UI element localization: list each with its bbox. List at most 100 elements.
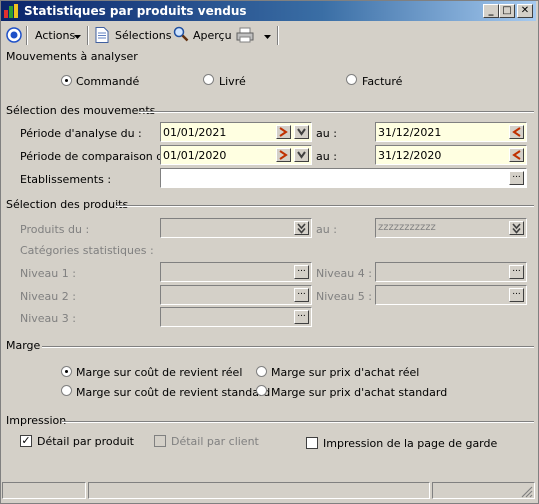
page-garde-label[interactable]: Impression de la page de garde <box>323 437 497 450</box>
au-label: au : <box>316 150 337 163</box>
chevron-left-icon <box>512 150 521 160</box>
radio-livre-label[interactable]: Livré <box>219 75 246 88</box>
periode-analyse-from-field[interactable]: 01/01/2021 <box>160 122 312 142</box>
window-title: Statistiques par produits vendus <box>24 4 247 18</box>
print-button[interactable] <box>234 25 272 45</box>
radio-marge-cout-reel[interactable] <box>61 366 72 377</box>
detail-produit-label[interactable]: Détail par produit <box>37 435 134 448</box>
section-divider <box>139 111 534 113</box>
ellipsis-button[interactable]: ... <box>509 171 524 185</box>
target-icon[interactable] <box>6 27 22 43</box>
calendar-next-button[interactable] <box>276 125 291 139</box>
periode-analyse-to-field[interactable]: 31/12/2021 <box>375 122 527 142</box>
radio-commande-label[interactable]: Commandé <box>76 75 139 88</box>
selections-button[interactable]: Sélections <box>93 25 171 45</box>
radio-marge-achat-reel-label[interactable]: Marge sur prix d'achat réel <box>271 366 419 379</box>
marge-section-title: Marge <box>6 339 41 352</box>
periode-comparaison-from-field[interactable]: 01/01/2020 <box>160 145 312 165</box>
dropdown-button[interactable] <box>294 148 309 162</box>
periode-comparaison-to-field[interactable]: 31/12/2020 <box>375 145 527 165</box>
radio-livre[interactable] <box>203 74 214 85</box>
toolbar-separator <box>87 26 89 45</box>
niveau1-field[interactable]: ... <box>160 262 312 282</box>
calendar-prev-button[interactable] <box>509 125 524 139</box>
document-icon <box>95 27 109 43</box>
maximize-button[interactable]: □ <box>499 4 515 18</box>
periode-analyse-label: Période d'analyse du : <box>20 127 142 140</box>
close-button[interactable]: ✕ <box>517 4 533 18</box>
ellipsis-button[interactable]: ... <box>294 310 309 324</box>
radio-marge-achat-standard[interactable] <box>256 385 267 396</box>
niveau4-label: Niveau 4 : <box>316 267 372 280</box>
periode-comparaison-from-value: 01/01/2020 <box>163 149 227 162</box>
categories-label: Catégories statistiques : <box>20 244 154 257</box>
chevron-right-icon <box>279 150 288 160</box>
actions-menu-button[interactable]: Actions <box>32 25 82 45</box>
niveau3-field[interactable]: ... <box>160 307 312 327</box>
niveau1-label: Niveau 1 : <box>20 267 76 280</box>
minimize-button[interactable]: _ <box>483 4 499 18</box>
chevron-down-icon <box>297 151 306 159</box>
calendar-prev-button[interactable] <box>509 148 524 162</box>
title-bar[interactable]: Statistiques par produits vendus _ □ ✕ <box>1 1 536 21</box>
dropdown-button[interactable] <box>294 125 309 139</box>
ellipsis-button[interactable]: ... <box>509 265 524 279</box>
niveau5-label: Niveau 5 : <box>316 290 372 303</box>
selection-produits-title: Sélection des produits <box>6 198 129 211</box>
printer-icon <box>236 27 254 43</box>
status-panel <box>2 482 86 499</box>
selection-mouvements-title: Sélection des mouvements <box>6 104 156 117</box>
double-chevron-down-button[interactable] <box>509 221 524 235</box>
selections-label: Sélections <box>115 29 172 42</box>
double-chevron-down-icon <box>512 223 521 234</box>
double-chevron-down-button[interactable] <box>294 221 309 235</box>
section-divider <box>62 421 534 423</box>
section-divider <box>116 205 534 207</box>
detail-produit-checkbox[interactable]: ✓ <box>20 435 32 447</box>
actions-label: Actions <box>35 29 76 42</box>
produits-du-label: Produits du : <box>20 223 90 236</box>
etablissements-label: Etablissements : <box>20 173 112 186</box>
periode-analyse-to-value: 31/12/2021 <box>378 126 442 139</box>
toolbar-separator <box>26 26 28 45</box>
magnifier-icon <box>173 26 189 42</box>
ellipsis-button[interactable]: ... <box>294 265 309 279</box>
radio-marge-cout-standard-label[interactable]: Marge sur coût de revient standard <box>76 386 270 399</box>
niveau3-label: Niveau 3 : <box>20 312 76 325</box>
chevron-down-icon <box>297 128 306 136</box>
produits-au-field[interactable]: zzzzzzzzzzz <box>375 218 527 238</box>
radio-marge-achat-reel[interactable] <box>256 366 267 377</box>
mouvements-section-title: Mouvements à analyser <box>6 50 138 63</box>
etablissements-field[interactable]: ... <box>160 168 527 188</box>
radio-marge-cout-reel-label[interactable]: Marge sur coût de revient réel <box>76 366 242 379</box>
detail-client-checkbox[interactable] <box>154 435 166 447</box>
radio-marge-achat-standard-label[interactable]: Marge sur prix d'achat standard <box>271 386 447 399</box>
dropdown-arrow-icon <box>264 35 271 39</box>
status-panel <box>88 482 430 499</box>
calendar-next-button[interactable] <box>276 148 291 162</box>
niveau4-field[interactable]: ... <box>375 262 527 282</box>
ellipsis-button[interactable]: ... <box>294 288 309 302</box>
radio-facture[interactable] <box>346 74 357 85</box>
impression-section-title: Impression <box>6 414 67 427</box>
detail-client-label[interactable]: Détail par client <box>171 435 259 448</box>
au-label: au : <box>316 127 337 140</box>
produits-au-value: zzzzzzzzzzz <box>378 222 436 233</box>
toolbar-separator <box>277 26 279 45</box>
resize-grip-icon[interactable] <box>521 486 533 498</box>
radio-marge-cout-standard[interactable] <box>61 385 72 396</box>
page-garde-checkbox[interactable] <box>306 437 318 449</box>
radio-commande[interactable] <box>61 75 72 86</box>
radio-facture-label[interactable]: Facturé <box>362 75 402 88</box>
chevron-left-icon <box>512 127 521 137</box>
toolbar: Actions Sélections Aperçu <box>1 23 536 48</box>
produits-du-field[interactable] <box>160 218 312 238</box>
double-chevron-down-icon <box>297 223 306 234</box>
periode-comparaison-to-value: 31/12/2020 <box>378 149 442 162</box>
apercu-button[interactable]: Aperçu <box>172 25 232 45</box>
niveau2-field[interactable]: ... <box>160 285 312 305</box>
app-icon <box>4 4 18 18</box>
apercu-label: Aperçu <box>193 29 232 42</box>
niveau5-field[interactable]: ... <box>375 285 527 305</box>
ellipsis-button[interactable]: ... <box>509 288 524 302</box>
